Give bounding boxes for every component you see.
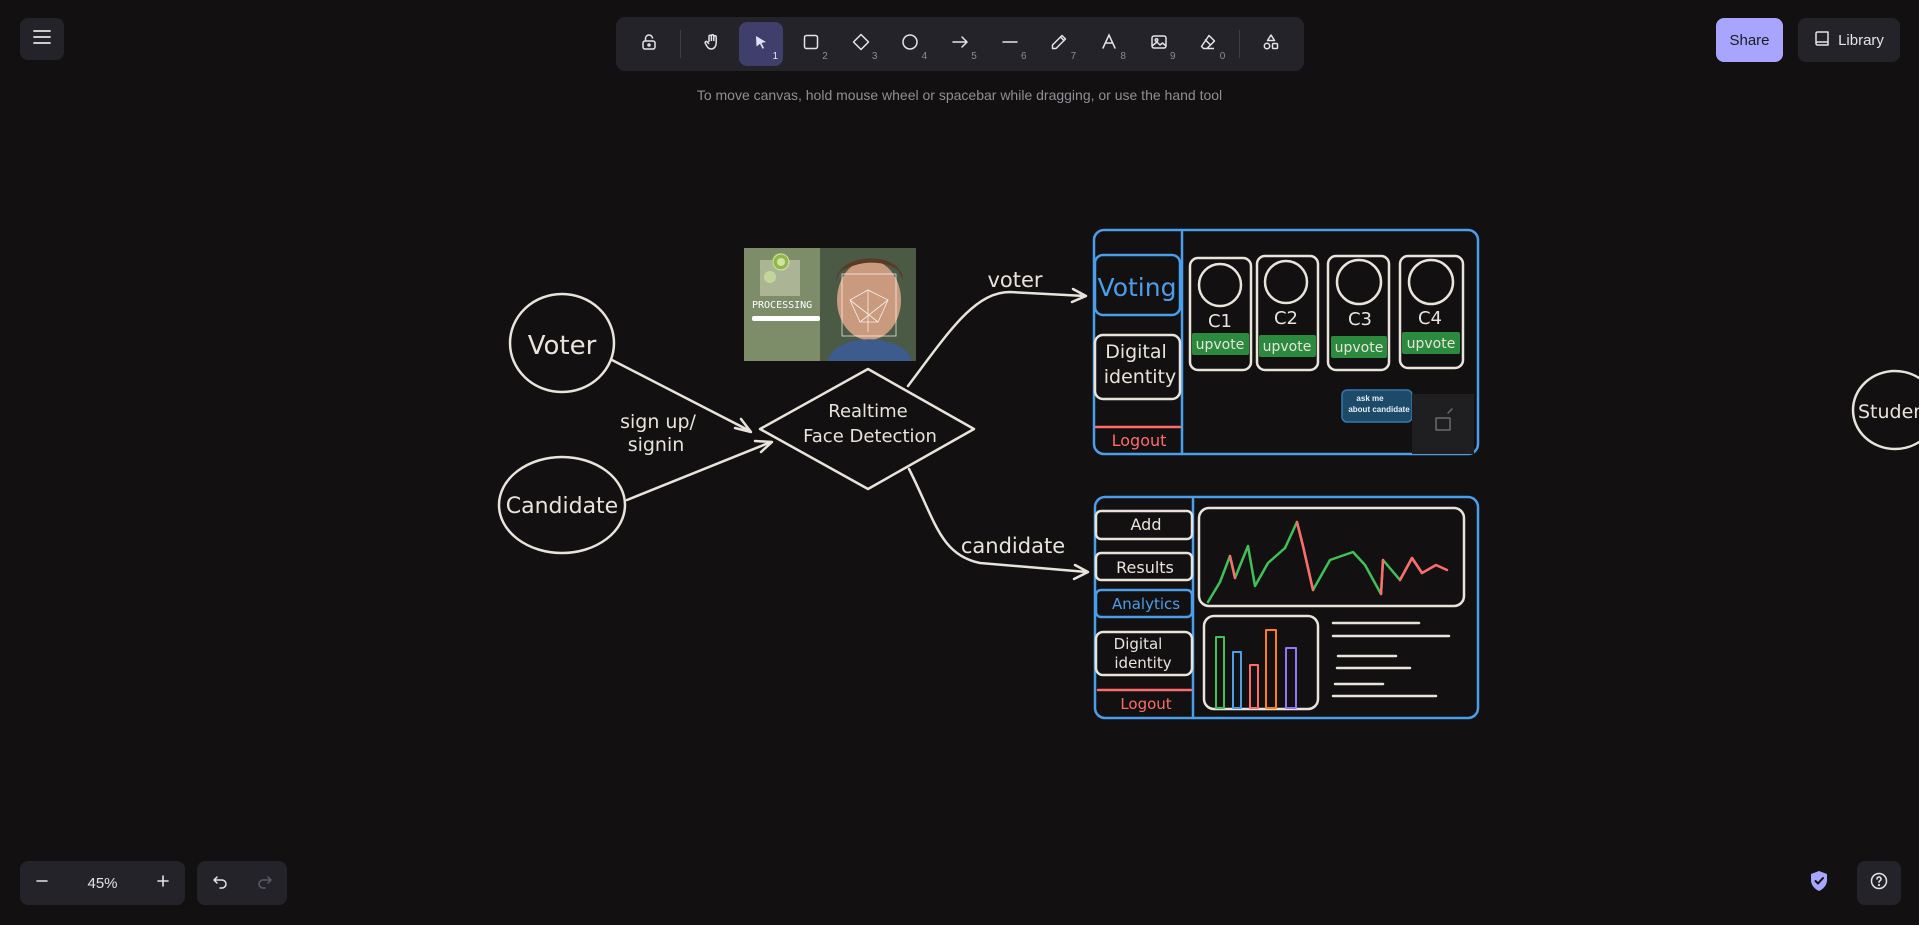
- hand-icon: [703, 33, 721, 56]
- arrow-icon: [951, 33, 969, 56]
- line-chart-box: [1197, 506, 1466, 608]
- library-button[interactable]: Library: [1798, 18, 1900, 62]
- arrow-shortcut: 5: [971, 51, 977, 62]
- lock-tool-button[interactable]: [627, 22, 671, 66]
- detection-label-line2: Face Detection: [803, 426, 937, 447]
- line-shortcut: 6: [1020, 51, 1027, 62]
- add-label: Add: [1131, 515, 1162, 534]
- candidate-digital-label-line2: identity: [1114, 654, 1171, 672]
- line-icon: [1001, 33, 1019, 56]
- ellipse-shortcut: 4: [921, 51, 928, 62]
- history-controls: [197, 861, 287, 905]
- eraser-icon: [1199, 33, 1217, 56]
- diamond-shortcut: 3: [871, 51, 878, 62]
- upvote-label-c4: upvote: [1407, 336, 1456, 352]
- card-label-c2: C2: [1274, 308, 1298, 329]
- draw-shortcut: 7: [1070, 51, 1077, 62]
- line-tool-button[interactable]: 6: [988, 22, 1032, 66]
- signup-label-line1: sign up/: [620, 411, 696, 433]
- lock-icon: [640, 33, 658, 56]
- voting-label: Voting: [1098, 273, 1177, 302]
- rectangle-icon: [802, 33, 820, 56]
- ask-candidate-line2: about candidate: [1348, 405, 1410, 414]
- rectangle-tool-button[interactable]: 2: [789, 22, 833, 66]
- diamond-tool-button[interactable]: 3: [839, 22, 883, 66]
- hamburger-icon: [33, 29, 51, 49]
- ellipse-icon: [901, 33, 919, 56]
- student-label: Studen: [1858, 401, 1919, 423]
- detection-label-line1: Realtime: [828, 401, 907, 422]
- zoom-level[interactable]: 45%: [87, 875, 117, 892]
- redo-icon: [257, 873, 273, 894]
- voter-digital-label-line2: identity: [1104, 366, 1177, 388]
- image-shortcut: 9: [1170, 51, 1176, 62]
- pointer-icon: [753, 34, 769, 55]
- voter-arrow-label: voter: [987, 268, 1042, 292]
- toolbar: 1 2 3 4 5 6 7 8 9 0: [616, 17, 1304, 71]
- text-shortcut: 8: [1120, 51, 1126, 62]
- undo-icon: [212, 873, 228, 894]
- book-icon: [1814, 30, 1830, 50]
- card-label-c3: C3: [1348, 309, 1372, 330]
- card-label-c1: C1: [1208, 311, 1232, 332]
- selection-shortcut: 1: [772, 51, 779, 62]
- ask-candidate-line1: ask me: [1356, 394, 1384, 403]
- voter-digital-label-line1: Digital: [1105, 341, 1167, 363]
- undo-button[interactable]: [198, 861, 242, 905]
- selection-tool-button[interactable]: 1: [739, 22, 784, 66]
- bar-chart-box: [1202, 614, 1320, 711]
- embed-image-placeholder[interactable]: [1412, 394, 1474, 454]
- plus-icon: [156, 874, 170, 893]
- candidate-logout-label[interactable]: Logout: [1120, 695, 1171, 713]
- zoom-out-button[interactable]: [20, 861, 64, 905]
- upvote-label-c2: upvote: [1263, 339, 1312, 355]
- eraser-tool-button[interactable]: 0: [1187, 22, 1231, 66]
- hand-tool-button[interactable]: [690, 22, 734, 66]
- voter-label: Voter: [528, 331, 597, 361]
- shapes-icon: [1262, 33, 1280, 56]
- processing-label: PROCESSING: [752, 300, 812, 311]
- question-icon: [1870, 872, 1888, 895]
- main-menu-button[interactable]: [20, 18, 64, 60]
- zoom-controls: 45%: [20, 861, 185, 905]
- image-tool-button[interactable]: 9: [1137, 22, 1181, 66]
- candidate-digital-label-line1: Digital: [1114, 635, 1163, 653]
- candidate-arrow-label: candidate: [961, 534, 1065, 558]
- drawing-canvas[interactable]: Voter Candidate sign up/ signin Realtime…: [0, 0, 1919, 925]
- upvote-label-c3: upvote: [1335, 340, 1384, 356]
- card-label-c4: C4: [1418, 308, 1442, 329]
- minus-icon: [35, 874, 49, 893]
- draw-tool-button[interactable]: 7: [1038, 22, 1082, 66]
- help-button[interactable]: [1857, 861, 1901, 905]
- library-label: Library: [1838, 31, 1884, 49]
- arrow-tool-button[interactable]: 5: [938, 22, 982, 66]
- diamond-icon: [852, 33, 870, 56]
- encryption-shield-button[interactable]: [1797, 861, 1841, 905]
- text-tool-button[interactable]: 8: [1087, 22, 1131, 66]
- analytics-label: Analytics: [1112, 595, 1180, 613]
- canvas-hint: To move canvas, hold mouse wheel or spac…: [696, 87, 1223, 103]
- toolbar-divider: [1239, 30, 1241, 58]
- text-icon: [1100, 32, 1118, 56]
- voter-logout-label[interactable]: Logout: [1112, 431, 1167, 450]
- upvote-label-c1: upvote: [1196, 337, 1245, 353]
- toolbar-divider: [679, 30, 681, 58]
- signup-label-line2: signin: [628, 434, 685, 456]
- voter-arrow[interactable]: [906, 290, 1087, 388]
- extra-tools-button[interactable]: [1249, 22, 1293, 66]
- pencil-icon: [1050, 33, 1068, 56]
- candidate-label: Candidate: [506, 494, 618, 519]
- image-icon: [1150, 33, 1168, 56]
- zoom-in-button[interactable]: [141, 861, 185, 905]
- results-label: Results: [1116, 558, 1174, 577]
- rectangle-shortcut: 2: [822, 51, 828, 62]
- share-button[interactable]: Share: [1716, 18, 1783, 62]
- redo-button[interactable]: [243, 861, 287, 905]
- shield-check-icon: [1809, 870, 1829, 897]
- ellipse-tool-button[interactable]: 4: [888, 22, 932, 66]
- eraser-shortcut: 0: [1219, 51, 1226, 62]
